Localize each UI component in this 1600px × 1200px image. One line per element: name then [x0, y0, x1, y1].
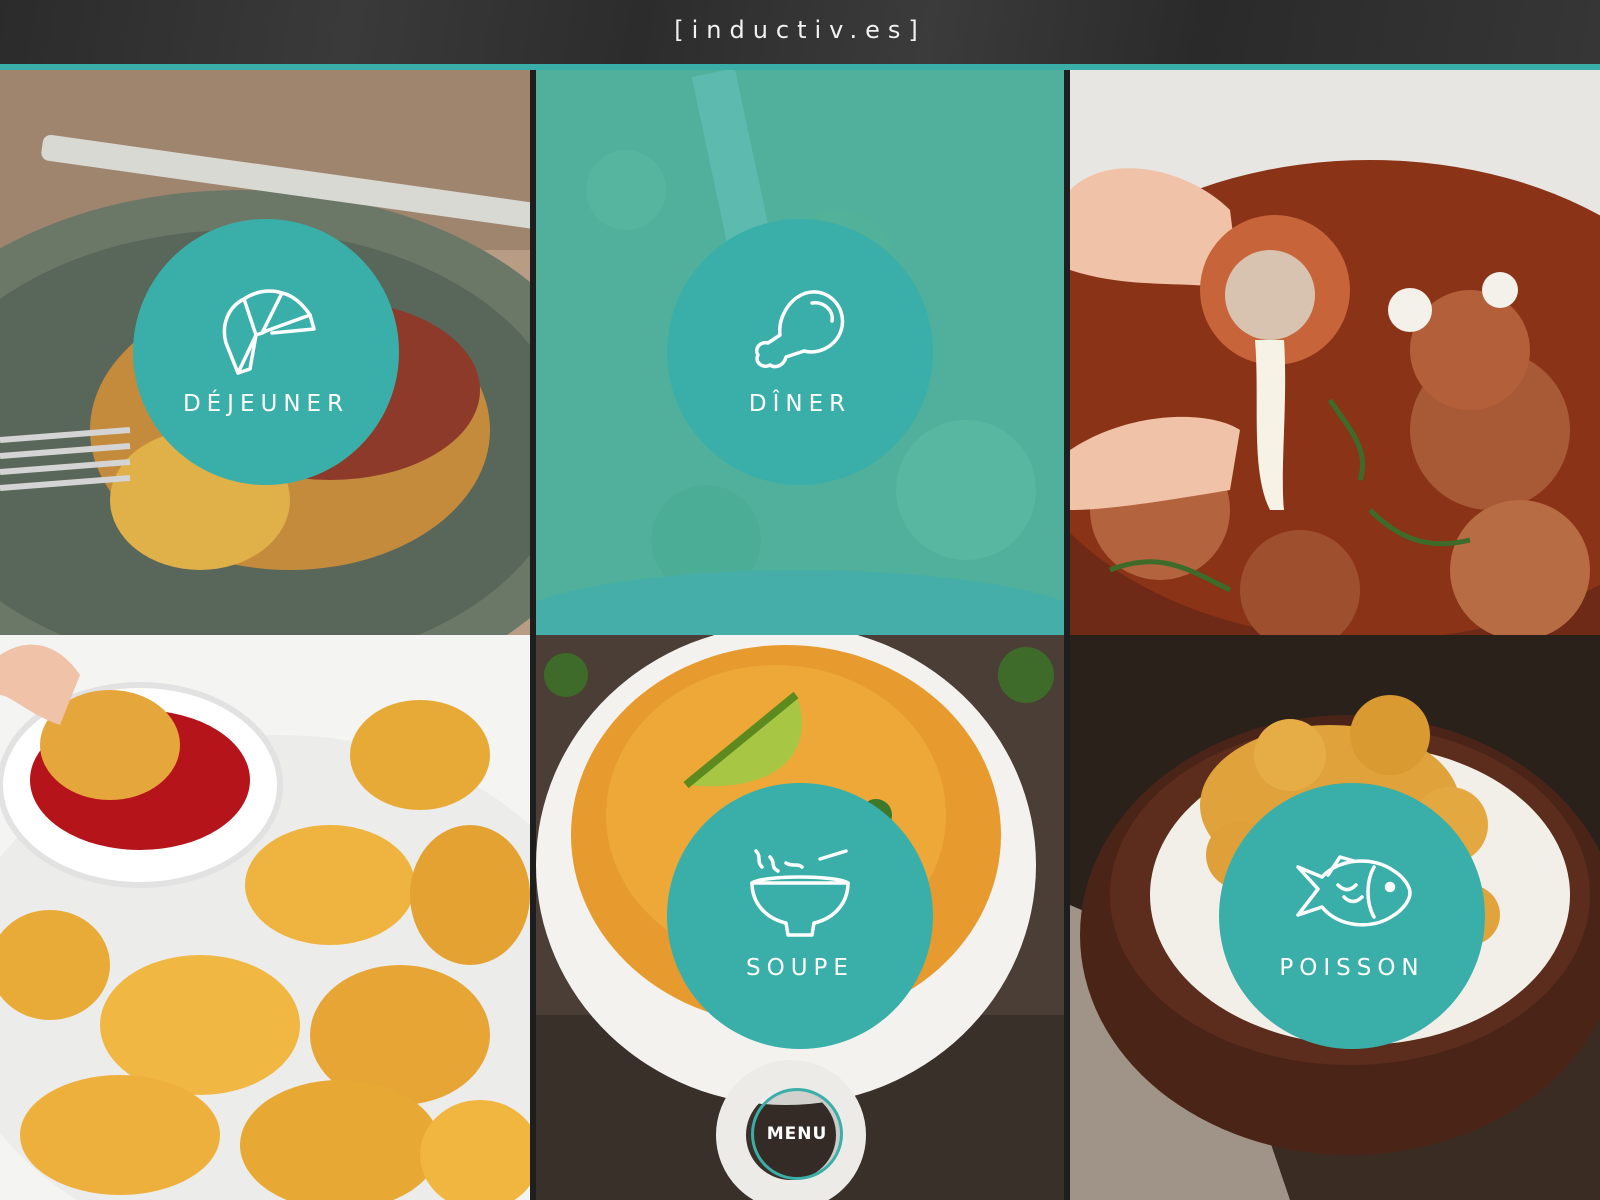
menu-button[interactable]: MENU: [751, 1088, 843, 1180]
tile-nuggets[interactable]: [0, 635, 530, 1200]
category-label: SOUPE: [746, 955, 854, 981]
tile-meatballs[interactable]: [1070, 70, 1600, 635]
category-badge-diner[interactable]: DÎNER: [667, 219, 933, 485]
meatballs-photo: [1070, 70, 1600, 635]
tile-dejeuner[interactable]: DÉJEUNER: [0, 70, 530, 635]
category-badge-soupe[interactable]: SOUPE: [667, 783, 933, 1049]
brand-logo[interactable]: [inductiv.es]: [674, 16, 926, 44]
fish-icon: [1296, 855, 1412, 927]
category-label: POISSON: [1279, 955, 1425, 981]
nuggets-photo: [0, 635, 530, 1200]
category-grid: DÉJEUNER DÎNER SOUPE POISSON: [0, 70, 1600, 1200]
croissant-icon: [222, 289, 316, 375]
tile-diner[interactable]: DÎNER: [536, 70, 1064, 635]
category-label: DÉJEUNER: [182, 391, 350, 417]
chicken-leg-icon: [755, 290, 845, 369]
soup-bowl-icon: [750, 849, 850, 937]
tile-poisson[interactable]: POISSON: [1070, 635, 1600, 1200]
category-badge-poisson[interactable]: POISSON: [1219, 783, 1485, 1049]
top-bar: [inductiv.es]: [0, 0, 1600, 64]
category-badge-dejeuner[interactable]: DÉJEUNER: [133, 219, 399, 485]
category-label: DÎNER: [748, 391, 852, 417]
